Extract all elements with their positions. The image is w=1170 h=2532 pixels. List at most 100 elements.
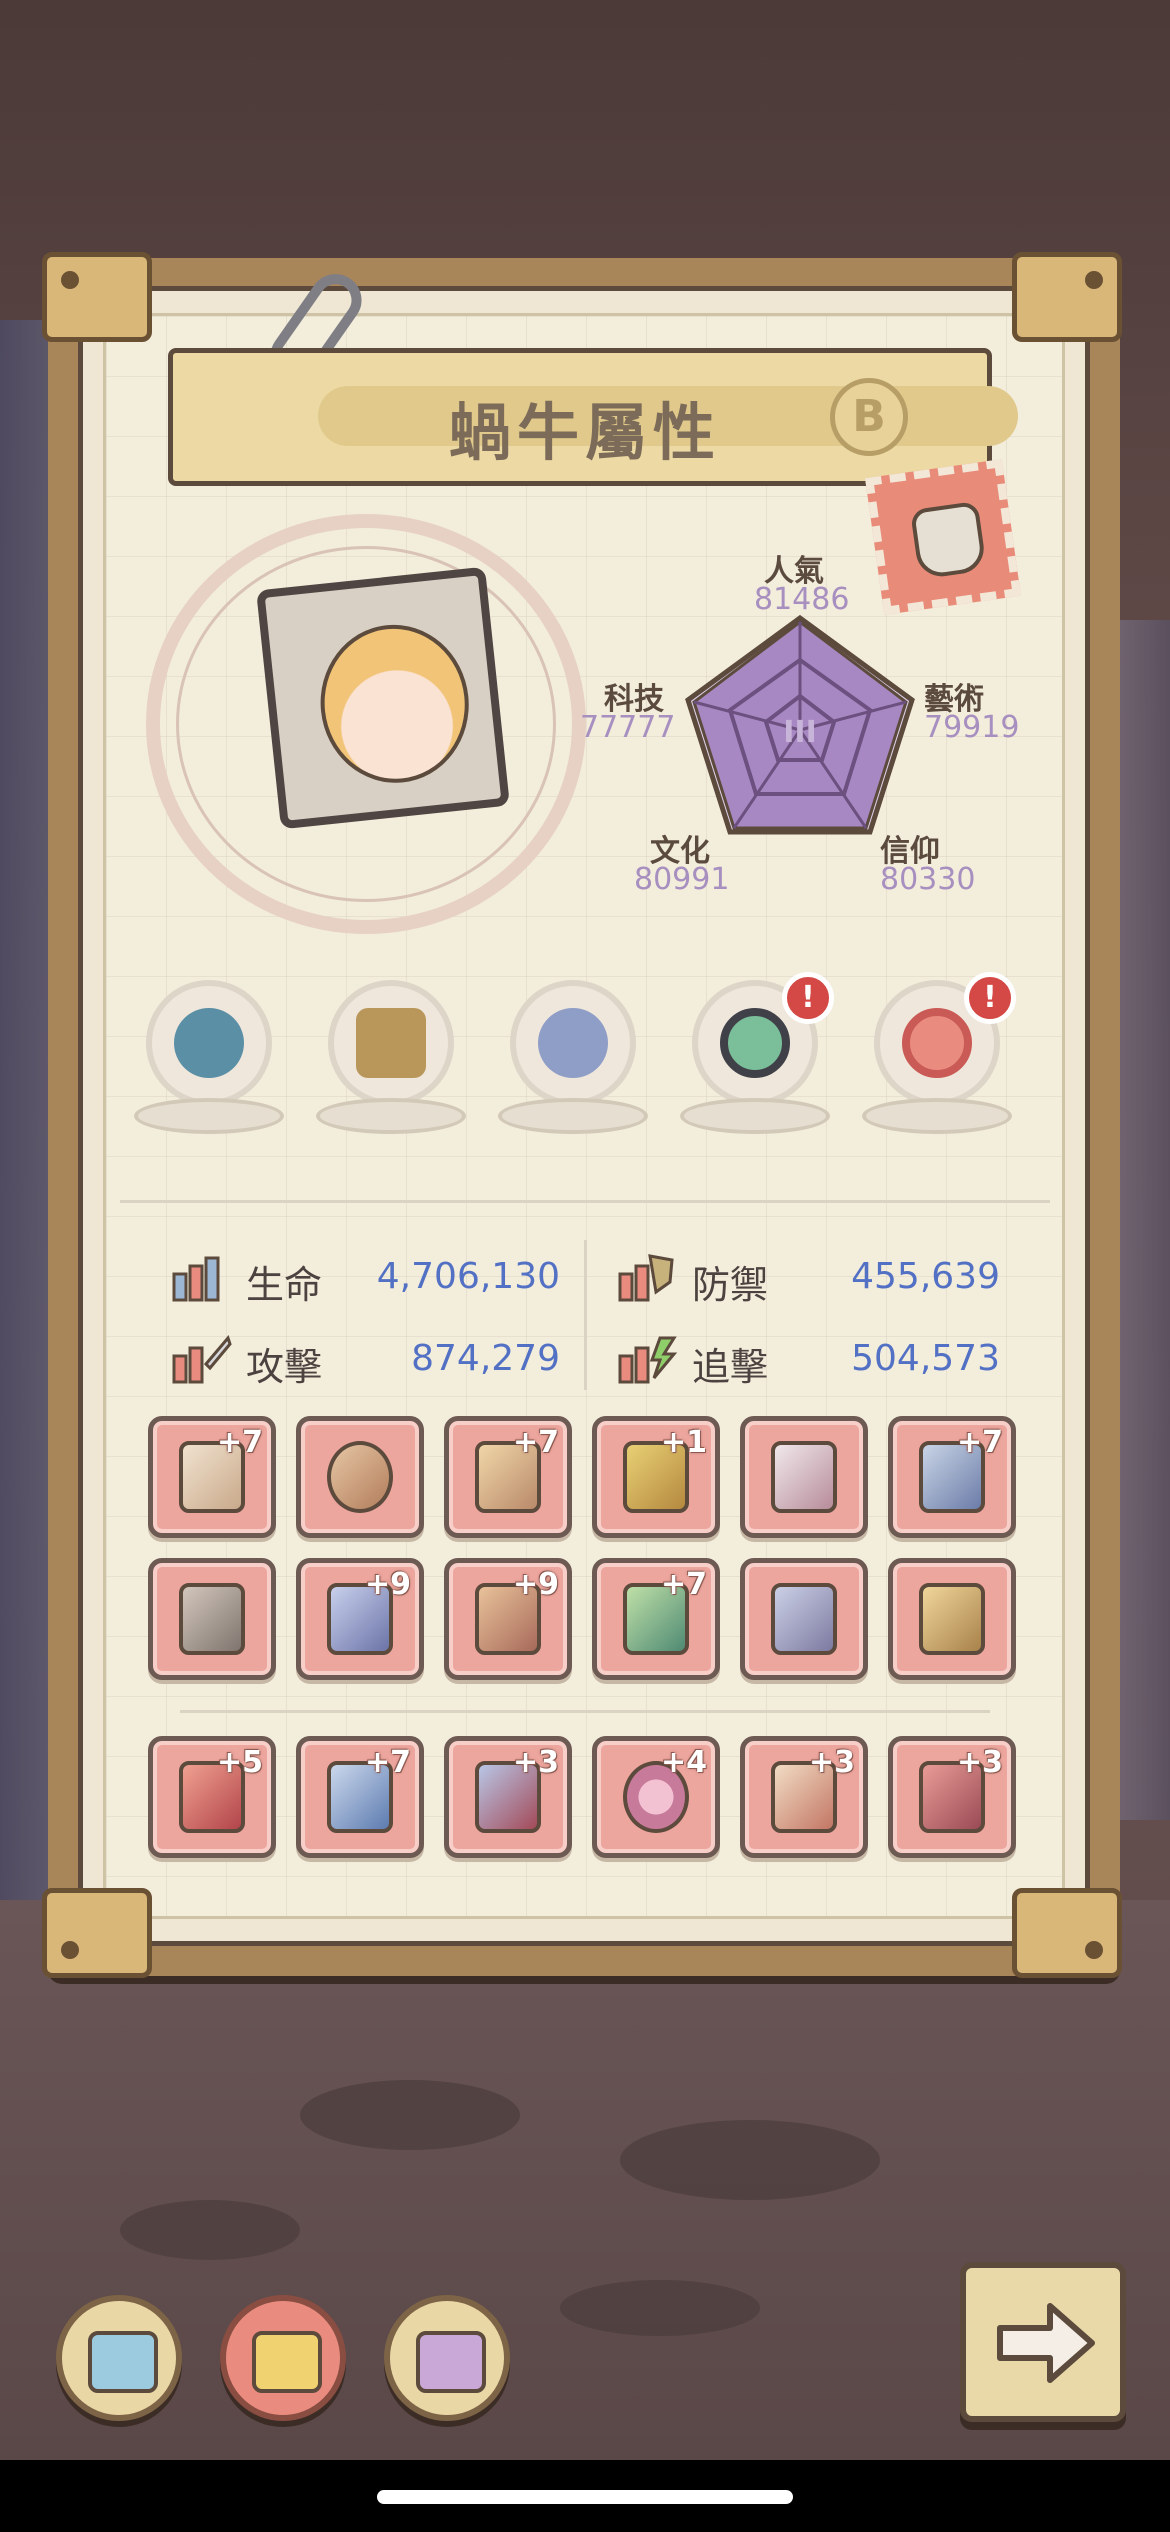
enhance-level: +3 [512,1745,559,1780]
relic-slot[interactable] [316,980,466,1150]
enhance-level: +7 [512,1425,559,1460]
equip-slot-mech-armor[interactable]: +3 [888,1736,1016,1858]
equipment-divider [180,1710,990,1713]
treasure-chest-icon [356,1008,426,1078]
alert-badge: ! [964,972,1016,1024]
board-corner-top-right [1012,252,1122,342]
enhance-level: +7 [956,1425,1003,1460]
alert-badge: ! [782,972,834,1024]
relic-slot[interactable]: ! [862,972,1016,1150]
equip-slot-pants[interactable]: +7 [148,1416,276,1538]
relic-slot[interactable] [498,980,648,1150]
tab-yellow-chip[interactable] [220,2295,346,2421]
enhance-level: +3 [956,1745,1003,1780]
equip-slot-crystal[interactable] [740,1558,868,1680]
stat-chase-label: 追擊 [692,1345,769,1389]
next-button[interactable] [960,2262,1126,2422]
radar-value-popularity: 81486 [754,582,850,617]
stat-attack: 攻擊 874,279 [170,1330,560,1390]
skull-scepter-icon [919,1583,985,1655]
equip-slot-boot[interactable]: +5 [148,1736,276,1858]
stat-defense-value: 455,639 [851,1256,1000,1297]
enhance-level: +7 [216,1425,263,1460]
sword-bar-icon [172,1334,232,1384]
radar-value-faith: 80330 [880,862,976,897]
stat-hp-label: 生命 [246,1263,323,1307]
ground-stone [300,2080,520,2150]
hp-bar-icon [172,1256,220,1302]
blue-chip-icon [88,2331,158,2393]
enhance-level: +3 [808,1745,855,1780]
stat-defense-label: 防禦 [692,1263,769,1307]
board-corner-bottom-left [42,1888,152,1978]
tab-blue-chip[interactable] [56,2295,182,2421]
shield-bar-icon [618,1254,674,1302]
robe-icon [771,1441,837,1513]
equip-slot-slingshot[interactable]: +9 [296,1558,424,1680]
equip-slot-dragon-staff[interactable]: +7 [592,1558,720,1680]
board-corner-top-left [42,252,152,342]
compass-icon [538,1008,608,1078]
character-portrait[interactable] [256,566,510,830]
relic-pedestal [498,1098,648,1134]
equip-slot-robe[interactable] [740,1416,868,1538]
stat-attack-label: 攻擊 [246,1345,323,1389]
stat-hp: 生命 4,706,130 [170,1248,560,1308]
enhance-level: +4 [660,1745,707,1780]
enhance-level: +5 [216,1745,263,1780]
stat-chase-value: 504,573 [851,1338,1000,1379]
relic-slot[interactable]: ! [680,972,834,1150]
home-indicator[interactable] [377,2490,793,2504]
rank-badge[interactable]: B [830,378,908,456]
equip-slot-ring[interactable] [296,1416,424,1538]
page-title: 蝸牛屬性 [448,396,721,469]
relic-pedestal [134,1098,284,1134]
arrow-right-icon [997,2303,1095,2383]
relic-orb [510,980,636,1106]
section-divider [120,1200,1050,1203]
radar-value-art: 79919 [924,710,1020,745]
ground-stone [120,2200,300,2260]
equip-slot-sword[interactable]: +7 [888,1416,1016,1538]
relic-slot[interactable] [134,980,284,1150]
stat-attack-value: 874,279 [411,1338,560,1379]
helmet-mascot-icon [909,500,988,580]
equip-slot-scepter[interactable] [888,1558,1016,1680]
equip-slot-staff[interactable]: +7 [444,1416,572,1538]
relic-pedestal [316,1098,466,1134]
robot-armor-icon [179,1583,245,1655]
equip-slot-helmet[interactable]: +3 [444,1736,572,1858]
tab-purple-chip[interactable] [384,2295,510,2421]
red-swirl-orb-icon [902,1008,972,1078]
stat-defense: 防禦 455,639 [616,1248,1000,1308]
radar-value-tech: 77777 [580,710,676,745]
character-face-icon [312,617,477,791]
enhance-level: +9 [512,1567,559,1602]
equip-slot-mace[interactable]: +1 [592,1416,720,1538]
enhance-level: +9 [364,1567,411,1602]
enhance-level: +7 [364,1745,411,1780]
ring-icon [327,1441,393,1513]
equip-slot-robot-armor[interactable] [148,1558,276,1680]
enhance-level: +1 [660,1425,707,1460]
relic-pedestal [862,1098,1012,1134]
purple-chip-icon [416,2331,486,2393]
relic-orb [146,980,272,1106]
yellow-chip-icon [252,2331,322,2393]
equip-slot-gauntlet[interactable]: +7 [296,1736,424,1858]
board-corner-bottom-right [1012,1888,1122,1978]
ground-stone [560,2280,760,2336]
stat-chase: 追擊 504,573 [616,1330,1000,1390]
equip-slot-shield[interactable]: +4 [592,1736,720,1858]
crystal-rock-icon [771,1583,837,1655]
enhance-level: +7 [660,1567,707,1602]
relic-pedestal [680,1098,830,1134]
attribute-radar-chart: III [685,614,915,835]
green-swirl-orb-icon [720,1008,790,1078]
equip-slot-spear[interactable]: +3 [740,1736,868,1858]
character-stamp[interactable] [865,459,1021,615]
equip-slot-rocket-blade[interactable]: +9 [444,1558,572,1680]
relic-orb [328,980,454,1106]
ground-stone [620,2120,880,2200]
radar-value-culture: 80991 [634,862,730,897]
